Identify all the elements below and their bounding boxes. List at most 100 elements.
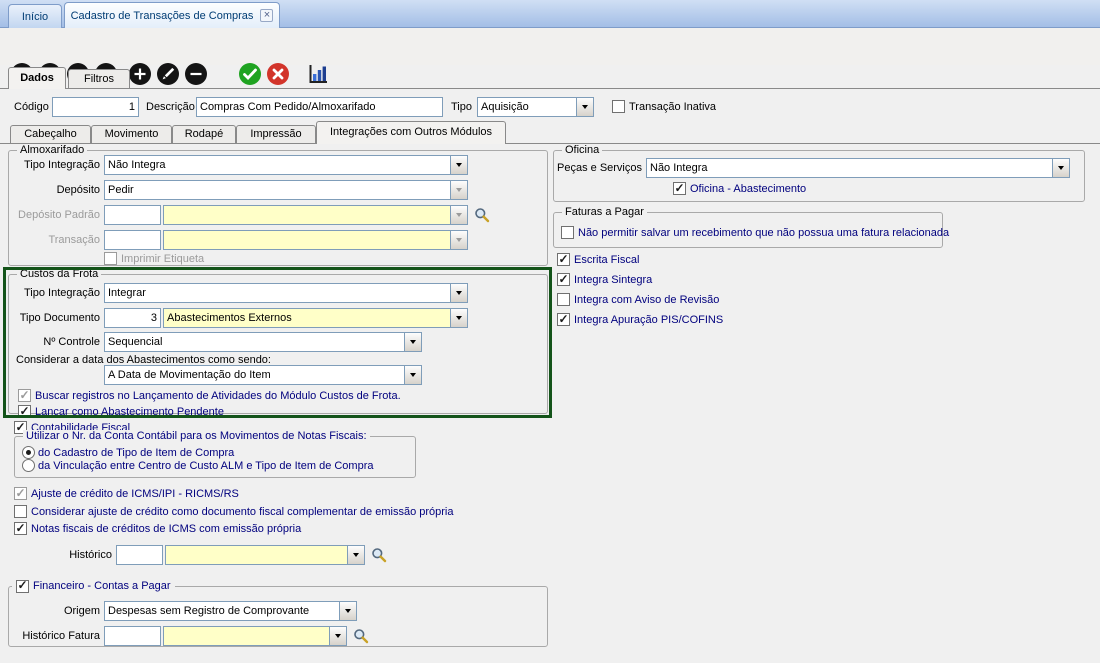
deposito-select[interactable]: Pedir bbox=[104, 180, 468, 200]
oficina-abastecimento-label: Oficina - Abastecimento bbox=[690, 182, 806, 196]
radio-cadastro-label: do Cadastro de Tipo de Item de Compra bbox=[38, 446, 234, 460]
considerar-ajuste-checkbox[interactable] bbox=[14, 505, 27, 518]
edit-record-button[interactable] bbox=[156, 62, 180, 86]
dropdown-button[interactable] bbox=[404, 366, 421, 384]
dropdown-button[interactable] bbox=[450, 231, 467, 249]
tab-dados[interactable]: Dados bbox=[8, 67, 66, 89]
transacao-label: Transação bbox=[10, 230, 100, 250]
historico-select[interactable] bbox=[165, 545, 365, 565]
buscar-registros-checkbox[interactable] bbox=[18, 389, 31, 402]
close-tab-icon[interactable]: × bbox=[260, 9, 273, 22]
num-controle-select[interactable]: Sequencial bbox=[104, 332, 422, 352]
codigo-input[interactable]: 1 bbox=[52, 97, 139, 117]
search-icon[interactable] bbox=[474, 207, 490, 223]
pecas-servicos-select[interactable]: Não Integra bbox=[646, 158, 1070, 178]
frota-tipo-integracao-select[interactable]: Integrar bbox=[104, 283, 468, 303]
dropdown-button[interactable] bbox=[450, 309, 467, 327]
radio-vinculacao-centro-custo[interactable] bbox=[22, 459, 35, 472]
dropdown-button[interactable] bbox=[339, 602, 356, 620]
transacao-inativa-checkbox[interactable] bbox=[612, 100, 625, 113]
plus-icon bbox=[128, 62, 152, 86]
integra-aviso-revisao-checkbox[interactable] bbox=[557, 293, 570, 306]
chevron-down-icon bbox=[1058, 166, 1064, 170]
financeiro-group-title: Financeiro - Contas a Pagar bbox=[33, 579, 171, 593]
historico-fatura-label: Histórico Fatura bbox=[10, 626, 100, 646]
transacao-code-input[interactable] bbox=[104, 230, 161, 250]
oficina-group-title: Oficina bbox=[562, 144, 602, 157]
ajuste-credito-label: Ajuste de crédito de ICMS/IPI - RICMS/RS bbox=[31, 487, 239, 501]
chevron-down-icon bbox=[410, 373, 416, 377]
descricao-label: Descrição bbox=[146, 97, 195, 117]
dropdown-button[interactable] bbox=[450, 156, 467, 174]
descricao-input[interactable]: Compras Com Pedido/Almoxarifado bbox=[196, 97, 443, 117]
dropdown-button[interactable] bbox=[404, 333, 421, 351]
dropdown-button[interactable] bbox=[450, 206, 467, 224]
nao-permitir-salvar-checkbox[interactable] bbox=[561, 226, 574, 239]
transacao-select[interactable] bbox=[163, 230, 468, 250]
dropdown-button[interactable] bbox=[450, 181, 467, 199]
historico-fatura-code-input[interactable] bbox=[104, 626, 161, 646]
dropdown-button[interactable] bbox=[347, 546, 364, 564]
tipo-select[interactable]: Aquisição bbox=[477, 97, 594, 117]
deposito-value: Pedir bbox=[105, 181, 450, 199]
origem-select[interactable]: Despesas sem Registro de Comprovante bbox=[104, 601, 357, 621]
integra-sintegra-checkbox[interactable] bbox=[557, 273, 570, 286]
historico-code-input[interactable] bbox=[116, 545, 163, 565]
deposito-padrao-select[interactable] bbox=[163, 205, 468, 225]
tab-cabecalho[interactable]: Cabeçalho bbox=[10, 125, 91, 143]
dropdown-button[interactable] bbox=[450, 284, 467, 302]
historico-fatura-select[interactable] bbox=[163, 626, 347, 646]
dropdown-button[interactable] bbox=[576, 98, 593, 116]
almox-tipo-integracao-select[interactable]: Não Integra bbox=[104, 155, 468, 175]
tipo-documento-select[interactable]: Abastecimentos Externos bbox=[163, 308, 468, 328]
notas-fiscais-checkbox[interactable] bbox=[14, 522, 27, 535]
considerar-data-value: A Data de Movimentação do Item bbox=[105, 366, 404, 384]
lancar-pendente-checkbox[interactable] bbox=[18, 405, 31, 418]
radio-cadastro-tipo-item[interactable] bbox=[22, 446, 35, 459]
tab-cadastro-label: Cadastro de Transações de Compras bbox=[71, 10, 254, 22]
tab-movimento[interactable]: Movimento bbox=[91, 125, 172, 143]
add-record-button[interactable] bbox=[128, 62, 152, 86]
chart-button[interactable] bbox=[306, 62, 330, 86]
tipo-label: Tipo bbox=[451, 97, 472, 117]
tipo-documento-label: Tipo Documento bbox=[10, 308, 100, 328]
page-tab-divider bbox=[0, 88, 1100, 89]
dropdown-button[interactable] bbox=[329, 627, 346, 645]
sub-tab-divider bbox=[0, 143, 1100, 144]
historico-fatura-value bbox=[164, 627, 329, 645]
search-icon[interactable] bbox=[371, 547, 387, 563]
financeiro-checkbox[interactable] bbox=[16, 580, 29, 593]
minus-icon bbox=[184, 62, 208, 86]
historico-value bbox=[166, 546, 347, 564]
radio-vinculacao-label: da Vinculação entre Centro de Custo ALM … bbox=[38, 459, 374, 473]
pecas-servicos-value: Não Integra bbox=[647, 159, 1052, 177]
chevron-down-icon bbox=[456, 213, 462, 217]
delete-record-button[interactable] bbox=[184, 62, 208, 86]
oficina-abastecimento-checkbox[interactable] bbox=[673, 182, 686, 195]
tab-filtros[interactable]: Filtros bbox=[68, 69, 130, 88]
num-controle-label: Nº Controle bbox=[10, 332, 100, 352]
tipo-documento-code-input[interactable]: 3 bbox=[104, 308, 161, 328]
imprimir-etiqueta-checkbox[interactable] bbox=[104, 252, 117, 265]
tab-integracoes[interactable]: Integrações com Outros Módulos bbox=[316, 121, 506, 144]
considerar-data-select[interactable]: A Data de Movimentação do Item bbox=[104, 365, 422, 385]
tab-cadastro-transacoes[interactable]: Cadastro de Transações de Compras × bbox=[64, 2, 280, 28]
integra-apuracao-checkbox[interactable] bbox=[557, 313, 570, 326]
escrita-fiscal-checkbox[interactable] bbox=[557, 253, 570, 266]
deposito-padrao-code-input[interactable] bbox=[104, 205, 161, 225]
confirm-button[interactable] bbox=[238, 62, 262, 86]
tab-inicio[interactable]: Início bbox=[8, 4, 62, 28]
search-icon[interactable] bbox=[353, 628, 369, 644]
nao-permitir-salvar-label: Não permitir salvar um recebimento que n… bbox=[578, 226, 949, 240]
tab-rodape[interactable]: Rodapé bbox=[172, 125, 236, 143]
deposito-padrao-label: Depósito Padrão bbox=[10, 205, 100, 225]
chevron-down-icon bbox=[353, 553, 359, 557]
dropdown-button[interactable] bbox=[1052, 159, 1069, 177]
ajuste-credito-checkbox[interactable] bbox=[14, 487, 27, 500]
chevron-down-icon bbox=[456, 238, 462, 242]
codigo-label: Código bbox=[14, 97, 49, 117]
historico-label: Histórico bbox=[40, 545, 112, 565]
tab-impressao[interactable]: Impressão bbox=[236, 125, 316, 143]
cancel-button[interactable] bbox=[266, 62, 290, 86]
faturas-pagar-group-title: Faturas a Pagar bbox=[562, 206, 647, 219]
